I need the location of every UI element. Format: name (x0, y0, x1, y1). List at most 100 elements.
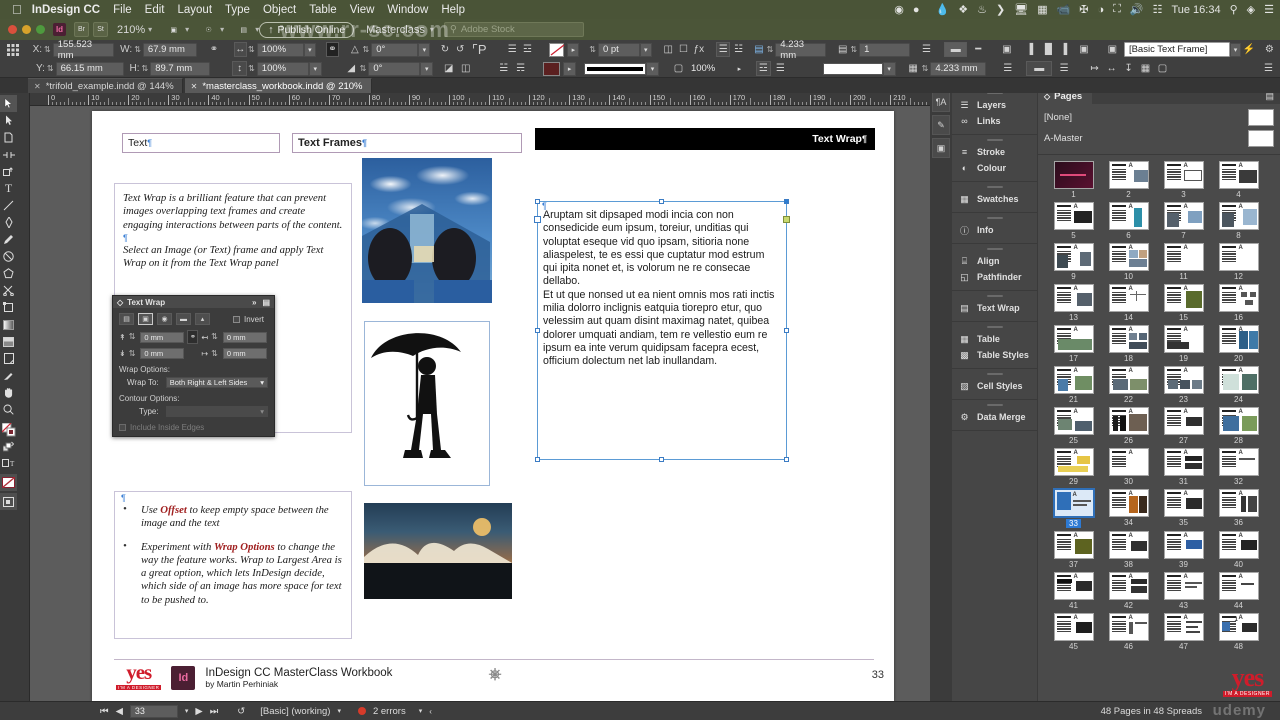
object-style-dropdown[interactable]: ▾ (1229, 42, 1242, 57)
document-canvas[interactable]: Text ¶ Text Frames ¶ Text Wrap ¶ Text Wrap … (30, 106, 930, 701)
menu-table[interactable]: Table (309, 4, 337, 16)
page-thumbnail[interactable]: A (1218, 366, 1259, 394)
siri-icon[interactable]: ◈ (1247, 3, 1255, 16)
shear-stepper[interactable]: ⇅ (360, 64, 367, 73)
page-thumbnail[interactable]: A (1108, 448, 1149, 476)
horizontal-ruler[interactable]: 0 10 20 30 40 50 60 70 80 90 100 110 120 130 140 150 160… (30, 93, 930, 106)
distribute-bottom-icon[interactable]: ↧ (1121, 61, 1136, 76)
text-align-justify-icon[interactable]: ☳ (732, 42, 745, 57)
page-thumbnail-cell[interactable]: A 25 (1046, 407, 1101, 445)
formatting-affects-container-icon[interactable]: T (0, 455, 17, 472)
page-thumbnail[interactable]: A (1053, 284, 1094, 312)
panel-settings-gear-icon[interactable]: ⚙ (1263, 42, 1276, 57)
panel-item-links[interactable]: ∞ Links (952, 113, 1037, 129)
stroke-weight-stepper[interactable]: ⇅ (589, 45, 596, 54)
page-thumbnail-cell[interactable]: A2 (1101, 161, 1156, 199)
pages-panel[interactable]: ◇ Pages ▤ [None] A-Master 1A2A3A4A5A6A7A… (1038, 88, 1280, 701)
circle-icon[interactable]: ● (913, 4, 920, 16)
quick-apply-icon[interactable]: ⚡ (1242, 42, 1255, 57)
scale-x-stepper[interactable]: ⇅ (248, 45, 255, 54)
selection-frame[interactable] (534, 199, 790, 462)
handle-ml[interactable] (535, 327, 540, 333)
inset-field[interactable]: 4.233 mm (775, 39, 827, 61)
rotation-dropdown[interactable]: ▾ (418, 42, 431, 57)
gradient-dropdown[interactable]: ▾ (882, 61, 896, 76)
align-top-icon[interactable]: ☰ (506, 42, 519, 57)
gradient-swatch-tool[interactable] (0, 316, 17, 333)
object-styles-dock-icon[interactable]: ▣ (932, 138, 950, 158)
page-thumbnail-cell[interactable]: A4 (1211, 161, 1266, 199)
offset-bottom-stepper[interactable]: ⇅ (129, 349, 136, 358)
zoom-chevron-down-icon[interactable]: ▾ (148, 25, 152, 34)
page-thumbnail[interactable]: A (1108, 161, 1149, 189)
panel-list-column[interactable]: ☰ Layers ∞ Links ≡ Stroke ◐ Colour ▦ Swatches ⓘ Inf… (952, 88, 1038, 701)
stroke-swatch[interactable] (543, 61, 561, 76)
dropbox-icon[interactable]: ❖ (958, 3, 968, 16)
errors-more-icon[interactable]: ‹ (429, 707, 432, 716)
errors-chevron-down-icon[interactable]: ▾ (419, 707, 423, 715)
page-thumbnail[interactable]: A (1108, 366, 1149, 394)
page-thumbnail-cell[interactable]: A 29 (1046, 448, 1101, 486)
image-sky-photo[interactable] (362, 158, 492, 303)
polygon-tool[interactable] (0, 265, 17, 282)
page-thumbnail[interactable]: A (1163, 366, 1204, 394)
airplay-icon[interactable]: ⛶ (1113, 3, 1121, 16)
preflight-icon[interactable]: ↺ (237, 706, 245, 717)
page-thumbnail-cell[interactable]: A9 (1046, 243, 1101, 281)
page-thumbnail-cell[interactable]: A 13 (1046, 284, 1101, 322)
y-stepper[interactable]: ⇅ (47, 64, 54, 73)
menu-object[interactable]: Object (263, 4, 296, 16)
panel-item-colour[interactable]: ◐ Colour (952, 160, 1037, 176)
panel-item-table-styles[interactable]: ▩ Table Styles (952, 347, 1037, 363)
page-thumbnail[interactable]: A (1218, 572, 1259, 600)
default-fill-stroke-icon[interactable] (0, 438, 17, 455)
page-thumbnail-cell[interactable]: A 36 (1211, 489, 1266, 528)
page-thumbnail[interactable]: A (1218, 489, 1259, 517)
page-thumbnail-cell[interactable]: A 35 (1156, 489, 1211, 528)
page-thumbnail[interactable]: A (1163, 489, 1204, 517)
page-thumbnail-cell[interactable]: A8 (1211, 202, 1266, 240)
image-umbrella-silhouette[interactable] (364, 321, 490, 486)
page-thumbnail[interactable]: A (1053, 531, 1094, 559)
scale-y-stepper[interactable]: ⇅ (248, 64, 255, 73)
page-thumbnail-cell[interactable]: A 16 (1211, 284, 1266, 322)
page-thumbnail[interactable]: A (1053, 325, 1094, 353)
page-thumbnail-cell[interactable]: A 33 (1046, 489, 1101, 528)
page-thumbnail[interactable]: A (1218, 531, 1259, 559)
opacity-dropdown[interactable]: ▸ (733, 62, 746, 76)
object-style-field[interactable]: [Basic Text Frame] (1123, 42, 1230, 57)
close-tab-icon[interactable]: ✕ (34, 82, 41, 91)
handle-br[interactable] (784, 457, 789, 462)
document-tab-masterclass[interactable]: ✕ *masterclass_workbook.indd @ 210% (184, 78, 372, 93)
rotate-stepper[interactable]: ⇅ (363, 45, 370, 54)
page-thumbnail-cell[interactable]: A 24 (1211, 366, 1266, 404)
page-thumbnail-cell[interactable]: A 32 (1211, 448, 1266, 486)
page-thumbnail-cell[interactable]: A3 (1156, 161, 1211, 199)
distribute-icon[interactable]: ☲ (521, 42, 534, 57)
page-thumbnail[interactable]: A (1053, 613, 1094, 641)
page-thumbnail[interactable]: A (1218, 202, 1259, 230)
shear-field[interactable]: 0° (368, 61, 421, 76)
page-thumbnail-cell[interactable]: A 14 (1101, 284, 1156, 322)
corner-options-icon[interactable]: ◫ (662, 42, 675, 57)
page-dropdown-icon[interactable]: ▾ (185, 707, 189, 715)
page-navigation[interactable]: ⏮ ◀ 33 ▾ ▶ ⏭ ↺ [Basic] (working) ▾ 2 err… (100, 704, 432, 718)
vertical-ruler[interactable] (17, 106, 30, 701)
page-thumbnail-cell[interactable]: A 39 (1156, 531, 1211, 569)
minimize-button[interactable] (22, 25, 31, 34)
link-offsets-icon[interactable]: ⚭ (187, 330, 199, 344)
column-count-stepper[interactable]: ⇅ (850, 45, 857, 54)
w-stepper[interactable]: ⇅ (134, 45, 141, 54)
stroke-weight-dropdown[interactable]: ▾ (639, 42, 652, 57)
page-number-field[interactable]: 33 (129, 704, 178, 718)
rotation-field[interactable]: 0° (371, 42, 419, 57)
paragraph-styles-dock-icon[interactable]: ¶A (932, 92, 950, 112)
page-thumbnail[interactable]: A (1108, 407, 1149, 435)
page-thumbnail[interactable]: A (1163, 448, 1204, 476)
droplet-icon[interactable]: ♨ (977, 3, 987, 16)
auto-size-icon[interactable]: ▣ (1000, 42, 1013, 57)
page-thumbnail-cell[interactable]: A 34 (1101, 489, 1156, 528)
drop-icon[interactable]: 💧 (936, 3, 950, 16)
offset-right-field[interactable]: 0 mm (222, 348, 267, 359)
panel-item-text-wrap[interactable]: ▤ Text Wrap (952, 300, 1037, 316)
